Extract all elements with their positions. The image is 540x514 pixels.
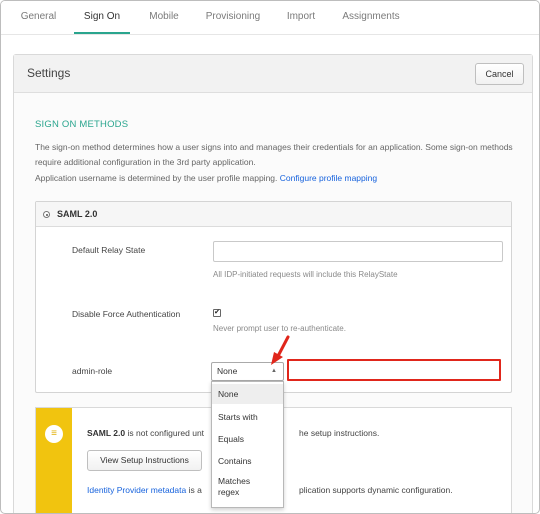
saml-method-header: SAML 2.0 bbox=[36, 202, 511, 227]
idp-metadata-link[interactable]: Identity Provider metadata bbox=[87, 485, 186, 495]
saml-method-label: SAML 2.0 bbox=[57, 209, 98, 219]
setup-warning-part-2: he setup instructions. bbox=[299, 428, 380, 438]
username-mapping-label: Application username is determined by th… bbox=[35, 173, 278, 183]
admin-role-dropdown-list: None Starts with Equals Contains Matches… bbox=[211, 381, 284, 508]
relay-state-input[interactable] bbox=[213, 241, 503, 262]
setup-warning-part-1: is not configured unt bbox=[127, 428, 205, 438]
admin-role-label: admin-role bbox=[72, 366, 113, 376]
idp-metadata-part-1: is a bbox=[188, 485, 202, 495]
idp-metadata-text-start: Identity Provider metadata is a bbox=[87, 485, 202, 495]
setup-warning-saml: SAML 2.0 bbox=[87, 428, 126, 438]
admin-role-value-input[interactable] bbox=[287, 359, 501, 381]
tab-bar: General Sign On Mobile Provisioning Impo… bbox=[1, 1, 539, 35]
app-frame: General Sign On Mobile Provisioning Impo… bbox=[0, 0, 540, 514]
red-arrow-annotation-icon bbox=[271, 335, 290, 365]
admin-role-selected-value: None bbox=[217, 366, 238, 376]
disable-force-auth-hint: Never prompt user to re-authenticate. bbox=[213, 324, 346, 333]
disable-force-auth-label: Disable Force Authentication bbox=[72, 309, 181, 319]
dropdown-option-none[interactable]: None bbox=[212, 384, 283, 404]
tab-general[interactable]: General bbox=[11, 1, 66, 34]
sign-on-methods-heading: SIGN ON METHODS bbox=[35, 119, 129, 130]
setup-warning-text-start: SAML 2.0 is not configured unt bbox=[87, 428, 204, 438]
tab-provisioning[interactable]: Provisioning bbox=[198, 1, 268, 34]
disable-force-auth-checkbox[interactable]: ✔ bbox=[213, 309, 221, 317]
relay-state-hint: All IDP-initiated requests will include … bbox=[213, 270, 398, 279]
settings-title: Settings bbox=[27, 66, 71, 80]
settings-header: Settings Cancel bbox=[14, 55, 532, 93]
view-setup-instructions-button[interactable]: View Setup Instructions bbox=[87, 450, 202, 471]
saml-radio[interactable] bbox=[43, 211, 50, 218]
dropdown-option-starts-with[interactable]: Starts with bbox=[212, 407, 283, 427]
warning-stripe: ≡ bbox=[36, 408, 72, 513]
idp-metadata-part-2: plication supports dynamic configuration… bbox=[299, 485, 453, 495]
sign-on-description: The sign-on method determines how a user… bbox=[35, 142, 513, 167]
tab-assignments[interactable]: Assignments bbox=[334, 1, 408, 34]
dropdown-option-equals[interactable]: Equals bbox=[212, 429, 283, 449]
tab-mobile[interactable]: Mobile bbox=[139, 1, 189, 34]
username-mapping-text: Application username is determined by th… bbox=[35, 173, 515, 183]
dropdown-option-matches-regex[interactable]: Matches regex bbox=[212, 476, 262, 498]
configure-profile-mapping-link[interactable]: Configure profile mapping bbox=[280, 173, 377, 183]
cancel-button[interactable]: Cancel bbox=[475, 63, 524, 85]
relay-state-label: Default Relay State bbox=[72, 245, 146, 255]
dropdown-option-contains[interactable]: Contains bbox=[212, 451, 283, 471]
tab-sign-on[interactable]: Sign On bbox=[74, 1, 130, 34]
tab-import[interactable]: Import bbox=[280, 1, 322, 34]
list-icon: ≡ bbox=[45, 425, 63, 443]
